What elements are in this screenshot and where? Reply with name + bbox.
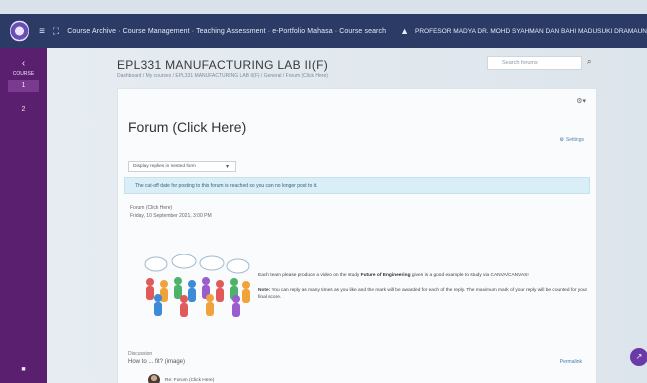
forum-search-input[interactable]: Search forums [487, 56, 582, 70]
people-speech-bubbles-image [144, 254, 250, 317]
post-note: Note: You can reply as many times as you… [258, 287, 588, 301]
notification-bell-icon[interactable]: ▲ [400, 26, 409, 36]
post-note-text: You can reply as many times as you like … [258, 288, 588, 300]
avatar [148, 374, 160, 383]
screen: ≡ ⛶ Course Archive · Course Management ·… [0, 0, 647, 383]
course-sidebar: ‹ COURSE 1 2 ■ [0, 48, 47, 383]
page-title: Forum (Click Here) [128, 119, 247, 135]
user-menu[interactable]: PROFESOR MADYA DR. MOHD SYAHMAN DAN BAHI… [415, 28, 647, 35]
post-body-suffix: given is a good example to study via CAN… [410, 273, 529, 278]
post-note-label: Note: [258, 288, 271, 293]
top-navbar: ≡ ⛶ Course Archive · Course Management ·… [0, 14, 647, 48]
chat-fab-icon[interactable]: ↗ [630, 348, 647, 366]
display-mode-select[interactable]: Display replies in nested form ▾ [128, 161, 236, 172]
sidebar-item-1[interactable]: 1 [0, 82, 47, 89]
sidebar-item-2[interactable]: 2 [0, 106, 47, 113]
cutoff-notice: The cut-off date for posting to this for… [124, 177, 590, 194]
forum-card: ⚙▾ Forum (Click Here) ⚙ Settings Display … [117, 88, 597, 383]
sidebar-footer-icon[interactable]: ■ [0, 366, 47, 373]
chevron-down-icon: ▾ [225, 164, 229, 170]
search-icon[interactable]: ⌕ [587, 57, 591, 67]
settings-link[interactable]: ⚙ Settings [559, 137, 584, 143]
settings-link-label: Settings [565, 137, 584, 143]
university-logo[interactable] [10, 20, 30, 42]
reply-row[interactable]: Re: Forum (Click Here) [148, 374, 214, 383]
post-body: Each team please produce a video on the … [258, 272, 578, 279]
course-title: EPL331 MANUFACTURING LAB II(F) [117, 58, 329, 72]
course-breadcrumb[interactable]: Dashboard / My courses / EPL331 MANUFACT… [117, 73, 328, 79]
post-date: Friday, 10 September 2021, 3:00 PM [130, 213, 212, 219]
post-body-bold: Future of Engineering [360, 273, 411, 278]
reply-author: Re: Forum (Click Here) [165, 377, 215, 383]
sidebar-back-label[interactable]: COURSE [0, 71, 47, 77]
discussion-label: Discussion [128, 351, 153, 357]
settings-cog-icon: ⚙ [559, 137, 564, 143]
post-author[interactable]: Forum (Click Here) [130, 205, 172, 211]
menu-icon[interactable]: ≡ [39, 26, 45, 37]
post-body-prefix: Each team please produce a video on the … [258, 273, 361, 278]
expand-icon[interactable]: ⛶ [53, 26, 59, 37]
discussion-title[interactable]: How to ... fit? (image) [128, 359, 185, 365]
main-content: EPL331 MANUFACTURING LAB II(F) Dashboard… [47, 48, 647, 383]
display-mode-value: Display replies in nested form [133, 164, 196, 169]
gear-icon[interactable]: ⚙▾ [576, 97, 586, 105]
top-nav-links[interactable]: Course Archive · Course Management · Tea… [67, 28, 386, 35]
permalink-link[interactable]: Permalink [560, 359, 582, 365]
back-chevron-icon[interactable]: ‹ [0, 58, 47, 69]
